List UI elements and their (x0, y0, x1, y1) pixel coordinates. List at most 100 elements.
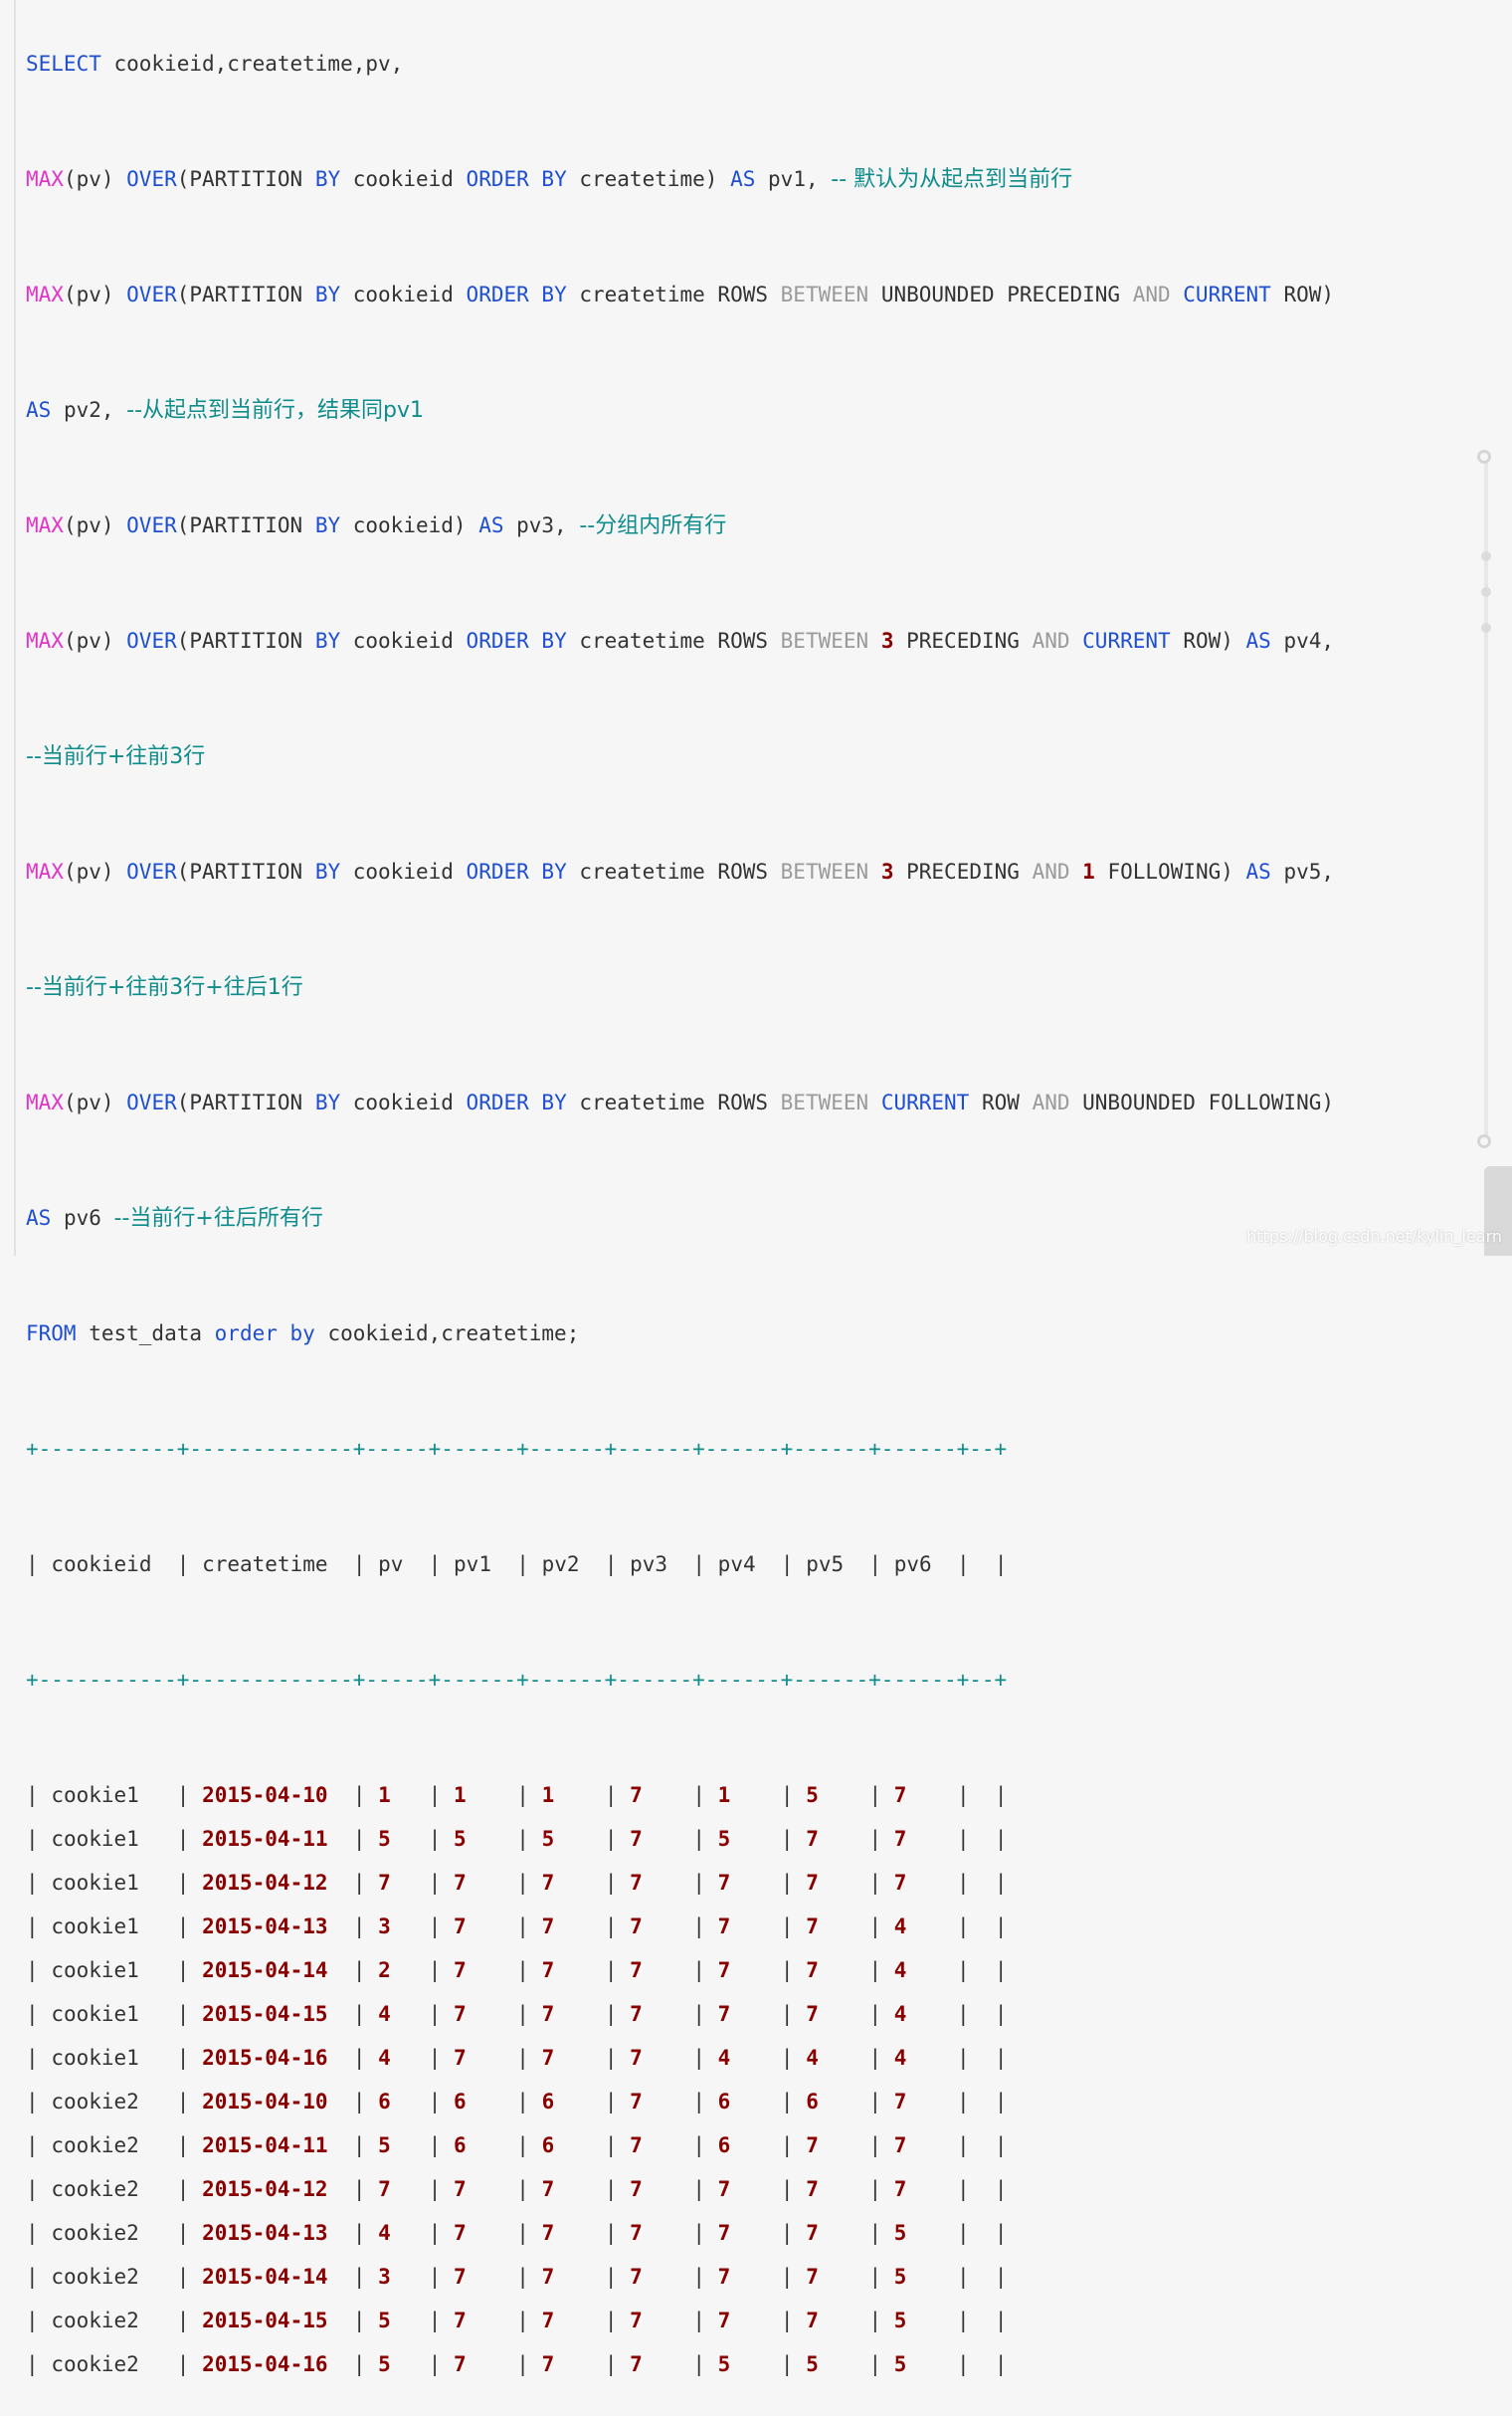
table-space (554, 1914, 605, 1938)
table-space (365, 2221, 378, 2245)
table-pipe: | | (957, 1914, 1008, 1938)
sql-line-10: MAX(pv) OVER(PARTITION BY cookieid ORDER… (26, 1087, 1512, 1130)
table-cell: 1 (454, 1783, 467, 1807)
table-pipe: | (780, 2221, 794, 2245)
table-pipe: | (26, 2177, 39, 2201)
table-space (328, 1783, 353, 1807)
table-pipe: | (516, 2265, 529, 2289)
sql-text: (pv) (63, 167, 127, 191)
table-space (819, 2002, 869, 2026)
table-space (328, 2309, 353, 2332)
table-space (794, 2133, 807, 2157)
table-space (705, 2177, 718, 2201)
table-cell: 7 (717, 2177, 731, 2201)
table-space (189, 1871, 202, 1895)
table-space (139, 2265, 177, 2289)
table-cell: 7 (630, 2002, 643, 2026)
table-cell: 1 (541, 1783, 555, 1807)
table-space (643, 2352, 693, 2376)
sql-keyword: AS (478, 513, 504, 537)
table-pipe: | (868, 2265, 882, 2289)
table-pipe: | (428, 2352, 442, 2376)
sql-keyword-muted: AND (1032, 860, 1070, 884)
table-space (189, 2090, 202, 2114)
table-space (328, 2265, 353, 2289)
table-space (881, 2090, 894, 2114)
table-pipe: | (428, 2309, 442, 2332)
table-space (881, 1871, 894, 1895)
table-cell: 7 (541, 2002, 555, 2026)
table-space (730, 2133, 781, 2157)
table-space (441, 1871, 454, 1895)
scrollbar-top-knob[interactable] (1477, 450, 1491, 464)
sql-keyword-muted: AND (1032, 1091, 1070, 1114)
table-space (794, 2177, 807, 2201)
table-cell: 7 (454, 2221, 467, 2245)
scrollbar-bottom-knob[interactable] (1477, 1134, 1491, 1148)
table-space (730, 2002, 781, 2026)
table-pipe: | (428, 1958, 442, 1982)
table-space (529, 1914, 542, 1938)
sql-keyword: by (289, 1321, 315, 1345)
table-cell: 7 (541, 2352, 555, 2376)
sql-text: cookieid (340, 1091, 467, 1114)
sql-comment: --从起点到当前行，结果同pv1 (126, 398, 425, 423)
table-space (705, 1871, 718, 1895)
table-pipe: | | (957, 2046, 1008, 2070)
table-space (819, 1871, 869, 1895)
table-pipe: | (516, 2002, 529, 2026)
table-pipe: | (604, 2046, 618, 2070)
table-cell: 2 (378, 1958, 391, 1982)
sql-keyword: CURRENT (1183, 283, 1271, 306)
scrollbar-dot (1481, 551, 1491, 561)
table-pipe: | (176, 1827, 190, 1851)
table-space (441, 2133, 454, 2157)
table-space (365, 1827, 378, 1851)
table-space (391, 2309, 429, 2332)
table-cell: 2015-04-16 (202, 2352, 328, 2376)
table-cell: 5 (717, 2352, 731, 2376)
table-pipe: | (26, 1958, 39, 1982)
vertical-scrollbar[interactable] (1476, 448, 1496, 1154)
table-pipe: | (26, 2309, 39, 2332)
table-cell: 2015-04-12 (202, 2177, 328, 2201)
table-pipe: | (176, 2046, 190, 2070)
table-space (705, 2265, 718, 2289)
scrollbar-track[interactable] (1484, 462, 1488, 1138)
table-pipe: | (352, 2265, 366, 2289)
scrollbar-dot (1481, 623, 1491, 633)
table-space (391, 2133, 429, 2157)
table-space (189, 2265, 202, 2289)
table-cell: 5 (893, 2309, 907, 2332)
sql-text: cookieid (340, 283, 467, 306)
table-pipe: | (604, 2221, 618, 2245)
table-pipe: | (516, 1783, 529, 1807)
table-space (328, 1552, 353, 1576)
sql-text: cookieid (340, 629, 467, 653)
table-space (39, 1827, 52, 1851)
sql-text: (PARTITION (176, 860, 315, 884)
table-header-cell: pv5 (806, 1552, 845, 1576)
table-cell: cookie2 (51, 2309, 139, 2332)
table-space (467, 2352, 517, 2376)
table-cell: 7 (454, 2002, 467, 2026)
table-space (705, 2133, 718, 2157)
table-cell: 5 (378, 2133, 391, 2157)
table-pipe: | | (957, 2221, 1008, 2245)
table-cell: 7 (630, 2177, 643, 2201)
table-pipe: | (516, 1552, 529, 1576)
table-cell: cookie1 (51, 1871, 139, 1895)
table-space (554, 1958, 605, 1982)
sql-keyword: AS (1245, 860, 1271, 884)
table-space (730, 1958, 781, 1982)
table-space (441, 1783, 454, 1807)
sql-keyword: AS (730, 167, 756, 191)
table-cell: 2015-04-10 (202, 1783, 328, 1807)
table-space (617, 1958, 630, 1982)
sql-keyword: BY (314, 1091, 341, 1114)
table-pipe: | | (957, 2133, 1008, 2157)
table-space (441, 1914, 454, 1938)
table-cell: 2015-04-13 (202, 2221, 328, 2245)
table-cell: 2015-04-12 (202, 1871, 328, 1895)
